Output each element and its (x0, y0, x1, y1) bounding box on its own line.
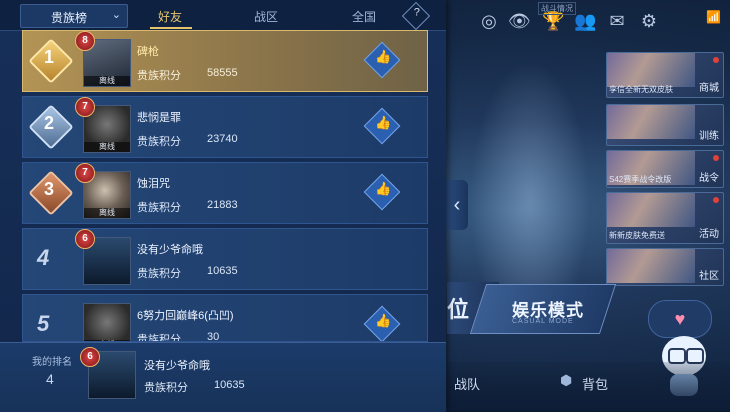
gear-icon[interactable]: ⚙ (638, 10, 660, 32)
bag-button[interactable]: 背包 (582, 374, 608, 393)
casual-mode-sublabel: CASUAL MODE (512, 318, 574, 325)
player-name: 蚀泪咒 (137, 178, 170, 190)
leaderboard-row[interactable]: 3 离线 7 蚀泪咒 贵族积分 21883 👍 (22, 162, 428, 224)
side-menu-events[interactable]: 新新皮肤免费送 活动 (606, 192, 724, 244)
battle-status-label: 战斗情况 (538, 2, 576, 15)
my-score-label: 贵族积分 (144, 382, 188, 394)
ranking-type-dropdown[interactable]: 贵族榜 ⌄ (20, 4, 128, 28)
my-rank-row: 我的排名 4 6 没有少爷命哦 贵族积分 10635 (0, 342, 446, 412)
shop-thumbnail (607, 53, 695, 87)
active-tab-indicator (150, 27, 192, 29)
noble-level-badge: 6 (75, 229, 95, 249)
player-name: 碑枪 (137, 46, 159, 58)
community-label: 社区 (699, 271, 719, 282)
wifi-icon: 📶 (706, 10, 721, 24)
side-menu-training[interactable]: 训练 (606, 104, 724, 146)
score-value: 10635 (207, 265, 238, 277)
my-player-name: 没有少爷命哦 (144, 360, 210, 372)
player-name: 没有少爷命哦 (137, 244, 203, 256)
thumbs-up-icon: 👍 (375, 313, 392, 329)
tab-friends[interactable]: 好友 (158, 8, 182, 25)
top-toolbar: ◎ 👁 🏆 👥 ✉ ⚙ (448, 6, 730, 38)
my-rank-number: 4 (46, 371, 54, 387)
notification-dot (713, 197, 719, 203)
score-label: 贵族积分 (137, 334, 181, 342)
dropdown-label: 贵族榜 (51, 11, 88, 25)
thumbs-up-icon: 👍 (375, 49, 392, 65)
avatar[interactable]: 离线 (83, 303, 131, 341)
training-thumbnail (607, 105, 695, 139)
score-value: 21883 (207, 199, 238, 211)
friends-icon[interactable]: 👥 (574, 10, 596, 32)
rank-badge-gold: 1 (28, 38, 74, 84)
team-button[interactable]: 战队 (454, 374, 480, 393)
collapse-panel-button[interactable]: ‹ (446, 180, 468, 230)
thumbs-up-icon: 👍 (375, 181, 392, 197)
score-label: 贵族积分 (137, 202, 181, 214)
like-button[interactable]: 👍 (363, 305, 401, 341)
rank-number: 4 (37, 245, 50, 270)
my-noble-level-badge: 6 (80, 347, 100, 367)
my-score-value: 10635 (214, 379, 245, 391)
like-button[interactable]: 👍 (363, 107, 401, 145)
score-value: 23740 (207, 133, 238, 145)
noble-level-badge: 7 (75, 97, 95, 117)
target-icon[interactable]: ◎ (478, 10, 500, 32)
leaderboard-row[interactable]: 4 6 没有少爷命哦 贵族积分 10635 (22, 228, 428, 290)
rank-badge-bronze: 3 (28, 170, 74, 216)
ranked-mode-label: 位 (447, 297, 470, 322)
battlepass-caption: S42赛季战令改版 (609, 175, 672, 184)
leaderboard-tabs: 贵族榜 ⌄ 好友 战区 全国 ? (0, 0, 446, 31)
side-menu-battlepass[interactable]: S42赛季战令改版 战令 (606, 150, 724, 188)
like-button[interactable]: 👍 (363, 173, 401, 211)
notification-dot (713, 57, 719, 63)
offline-tag: 离线 (84, 76, 130, 86)
score-value: 30 (207, 331, 220, 342)
noble-level-badge: 7 (75, 163, 95, 183)
shop-caption: 孪信全新无双皮肤 (609, 85, 673, 94)
notification-dot (713, 155, 719, 161)
chevron-left-icon: ‹ (453, 194, 461, 216)
training-label: 训练 (699, 131, 719, 142)
side-menu-shop[interactable]: 孪信全新无双皮肤 商城 (606, 52, 724, 98)
leaderboard-row[interactable]: 5 离线 6努力回巅峰6(凸凹) 贵族积分 30 👍 (22, 294, 428, 342)
events-label: 活动 (699, 229, 719, 240)
offline-tag: 离线 (84, 142, 130, 152)
score-value: 58555 (207, 67, 238, 79)
my-rank-title: 我的排名 (32, 357, 72, 368)
offline-tag: 离线 (84, 208, 130, 218)
rank-badge-silver: 2 (28, 104, 74, 150)
mail-icon[interactable]: ✉ (606, 10, 628, 32)
like-button[interactable]: 👍 (363, 41, 401, 79)
score-label: 贵族积分 (137, 70, 181, 82)
player-name: 悲悯是罪 (137, 112, 181, 124)
leaderboard-panel: 贵族榜 ⌄ 好友 战区 全国 ? 1 离线 8 碑枪 贵族积分 58555 👍 … (0, 0, 446, 412)
events-thumbnail (607, 193, 695, 227)
tab-region[interactable]: 战区 (254, 8, 278, 25)
eye-icon[interactable]: 👁 (508, 10, 531, 32)
side-menu-community[interactable]: 社区 (606, 248, 724, 286)
leaderboard-row[interactable]: 1 离线 8 碑枪 贵族积分 58555 👍 (22, 30, 428, 92)
leaderboard-row[interactable]: 2 离线 7 悲悯是罪 贵族积分 23740 👍 (22, 96, 428, 158)
shop-label: 商城 (699, 83, 719, 94)
tab-national[interactable]: 全国 (352, 8, 376, 25)
score-label: 贵族积分 (137, 136, 181, 148)
score-label: 贵族积分 (137, 268, 181, 280)
help-icon[interactable]: ? (401, 1, 431, 31)
heart-icon: ♥ (674, 309, 686, 329)
noble-level-badge: 8 (75, 31, 95, 51)
rank-number: 5 (37, 311, 50, 336)
thumbs-up-icon: 👍 (375, 115, 392, 131)
battlepass-label: 战令 (699, 173, 719, 184)
bag-icon: ⬢ (560, 372, 573, 388)
events-caption: 新新皮肤免费送 (609, 231, 665, 240)
chevron-down-icon: ⌄ (111, 9, 121, 21)
player-name: 6努力回巅峰6(凸凹) (137, 310, 234, 322)
community-thumbnail (607, 249, 695, 283)
